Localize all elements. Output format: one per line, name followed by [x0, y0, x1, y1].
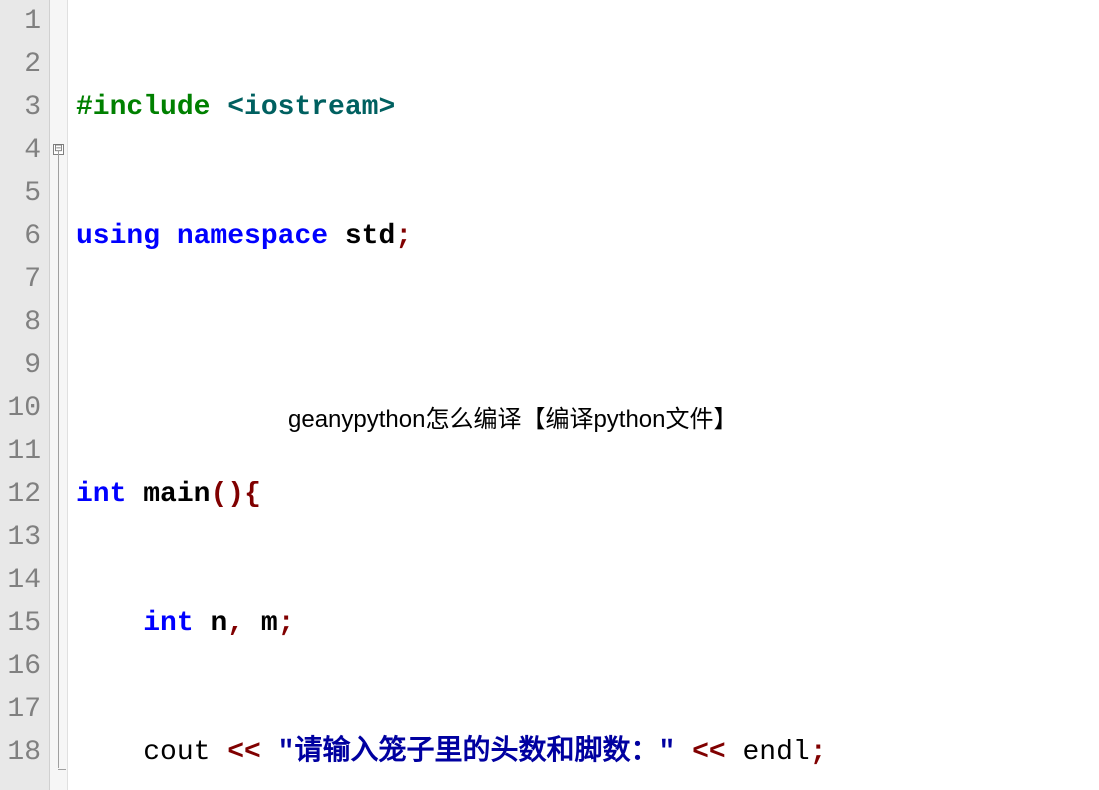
line-number: 11: [0, 430, 41, 473]
line-number: 15: [0, 602, 41, 645]
line-number: 5: [0, 172, 41, 215]
punct: ;: [395, 221, 412, 252]
line-number: 1: [0, 0, 41, 43]
line-number: 4: [0, 129, 41, 172]
line-number: 9: [0, 344, 41, 387]
identifier: m: [244, 608, 278, 639]
keyword: int: [143, 608, 193, 639]
punct: ,: [227, 608, 244, 639]
identifier: n: [194, 608, 228, 639]
operator: <<: [692, 737, 726, 768]
line-number: 6: [0, 215, 41, 258]
line-number-gutter: 1 2 3 4 5 6 7 8 9 10 11 12 13 14 15 16 1…: [0, 0, 50, 790]
line-number: 8: [0, 301, 41, 344]
identifier: endl: [726, 737, 810, 768]
code-line[interactable]: #include <iostream>: [76, 86, 1099, 129]
code-line[interactable]: cout << "请输入笼子里的头数和脚数：" << endl;: [76, 731, 1099, 774]
code-line[interactable]: int main(){: [76, 473, 1099, 516]
code-line[interactable]: int n, m;: [76, 602, 1099, 645]
include-header: <iostream>: [227, 92, 395, 123]
keyword: namespace: [177, 221, 328, 252]
line-number: 18: [0, 731, 41, 774]
watermark-overlay: geanypython怎么编译【编译python文件】: [288, 398, 738, 441]
line-number: 12: [0, 473, 41, 516]
punct: ;: [810, 737, 827, 768]
line-number: 3: [0, 86, 41, 129]
identifier: std: [345, 221, 395, 252]
line-number: 13: [0, 516, 41, 559]
fold-guide-line: [58, 150, 59, 768]
punct: ;: [278, 608, 295, 639]
punct: (): [210, 479, 244, 510]
punct: {: [244, 479, 261, 510]
line-number: 2: [0, 43, 41, 86]
line-number: 17: [0, 688, 41, 731]
keyword: int: [76, 479, 126, 510]
line-number: 16: [0, 645, 41, 688]
function-name: main: [143, 479, 210, 510]
code-area[interactable]: #include <iostream> using namespace std;…: [68, 0, 1099, 790]
fold-end-cap: [58, 769, 66, 770]
line-number: 14: [0, 559, 41, 602]
keyword: using: [76, 221, 160, 252]
code-editor: 1 2 3 4 5 6 7 8 9 10 11 12 13 14 15 16 1…: [0, 0, 1099, 790]
fold-margin: ⊟: [50, 0, 68, 790]
line-number: 10: [0, 387, 41, 430]
operator: <<: [227, 737, 261, 768]
code-line[interactable]: [76, 344, 1099, 387]
string-literal: "请输入笼子里的头数和脚数：": [261, 737, 692, 768]
preprocessor: #include: [76, 92, 227, 123]
line-number: 7: [0, 258, 41, 301]
identifier: cout: [143, 737, 227, 768]
code-line[interactable]: using namespace std;: [76, 215, 1099, 258]
